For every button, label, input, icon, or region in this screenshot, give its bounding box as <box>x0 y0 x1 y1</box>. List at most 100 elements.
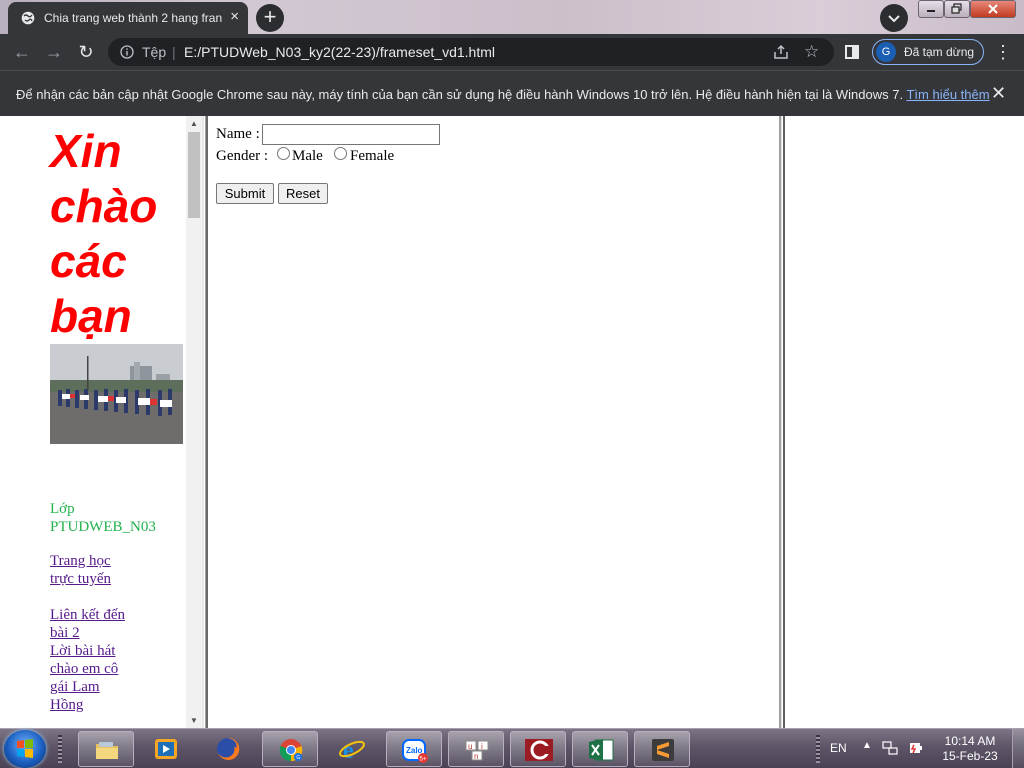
taskbar-sublime[interactable] <box>634 731 690 767</box>
submit-button[interactable]: Submit <box>216 183 274 204</box>
language-indicator[interactable]: EN <box>830 741 847 755</box>
restore-icon <box>951 3 962 14</box>
close-icon <box>988 4 998 14</box>
tab-close-button[interactable]: × <box>230 9 239 25</box>
windows-start-icon[interactable] <box>4 730 46 768</box>
address-bar[interactable]: Tệp | E:/PTUDWeb_N03_ky2(22-23)/frameset… <box>108 38 834 66</box>
svg-text:5+: 5+ <box>420 757 427 763</box>
page-viewport: Xin chào các bạn Lớp PTUDWEB_N03 Trang h… <box>0 116 1024 728</box>
profile-button[interactable]: G Đã tạm dừng <box>872 39 984 65</box>
taskbar-excel[interactable] <box>572 731 628 767</box>
info-icon[interactable] <box>120 45 134 59</box>
internet-explorer-icon: e <box>339 738 365 763</box>
heading-line: các <box>50 235 127 287</box>
right-frame <box>785 116 1024 728</box>
security-label: Tệp <box>142 44 167 60</box>
tab-strip: Chia trang web thành 2 hang fran × + <box>0 0 1024 34</box>
svg-text:e: e <box>343 738 354 763</box>
link-line: Lời bài hát <box>50 643 116 659</box>
taskbar-grip[interactable] <box>58 735 62 763</box>
avatar: G <box>876 42 896 62</box>
clock[interactable]: 10:14 AM 15-Feb-23 <box>936 734 1004 764</box>
restore-button[interactable] <box>944 0 970 18</box>
left-frame-scrollbar[interactable]: ▲ ▼ <box>186 116 202 728</box>
svg-text:Zalo: Zalo <box>406 746 423 755</box>
link-line: Hồng <box>50 697 84 713</box>
tab-title: Chia trang web thành 2 hang fran <box>44 11 222 25</box>
sublime-text-icon <box>652 739 674 761</box>
middle-frame: Name : Gender : Male Female Submit Reset <box>208 116 779 728</box>
scrollbar-thumb[interactable] <box>188 132 200 218</box>
network-icon[interactable] <box>882 740 898 756</box>
taskbar-firefox[interactable] <box>200 731 256 767</box>
window-close-button[interactable] <box>970 0 1016 18</box>
infobar-message: Để nhận các bản cập nhật Google Chrome s… <box>16 87 904 102</box>
song-lyrics-link[interactable]: Lời bài hát chào em cô gái Lam Hồng <box>50 642 180 714</box>
heading-line: chào <box>50 180 158 232</box>
show-desktop-button[interactable] <box>1012 729 1024 768</box>
link-line: gái Lam <box>50 679 100 695</box>
windows-logo-icon <box>17 739 33 758</box>
power-icon[interactable] <box>908 740 924 756</box>
address-separator: | <box>172 44 176 60</box>
name-input[interactable] <box>262 124 440 145</box>
new-tab-button[interactable]: + <box>256 4 284 32</box>
taskbar-chrome[interactable]: G <box>262 731 318 767</box>
taskbar-internet-explorer[interactable]: e <box>324 731 380 767</box>
media-player-icon <box>155 739 177 759</box>
minimize-button[interactable] <box>918 0 944 18</box>
minimize-icon <box>927 10 935 12</box>
reload-icon[interactable]: ↻ <box>76 42 96 62</box>
male-label: Male <box>292 148 323 164</box>
tab-search-button[interactable] <box>880 4 908 32</box>
male-radio[interactable] <box>277 147 290 160</box>
welcome-heading: Xin chào các bạn <box>50 124 190 344</box>
class-label: Lớp PTUDWEB_N03 <box>50 500 180 536</box>
globe-icon <box>21 11 35 25</box>
taskbar-unikey[interactable]: u i n <box>448 731 504 767</box>
show-hidden-icons-icon[interactable]: ▲ <box>862 740 872 751</box>
scroll-up-icon[interactable]: ▲ <box>190 119 198 128</box>
windows-taskbar: G e Zalo 5+ u i n EN ▲ 10:14 AM 15-Feb-2… <box>0 728 1024 768</box>
infobar-close-icon[interactable]: ✕ <box>991 83 1006 104</box>
gender-label: Gender : <box>216 148 269 164</box>
clock-time: 10:14 AM <box>944 734 996 748</box>
class-label-line: PTUDWEB_N03 <box>50 519 156 535</box>
taskbar-explorer[interactable] <box>78 731 134 767</box>
lesson2-link[interactable]: Liên kết đến bài 2 <box>50 606 180 642</box>
heading-line: bạn <box>50 290 132 342</box>
taskbar-media-player[interactable] <box>138 731 194 767</box>
star-icon[interactable]: ☆ <box>804 42 819 62</box>
share-icon[interactable] <box>772 43 790 61</box>
class-label-line: Lớp <box>50 501 75 517</box>
infobar-message-row: Để nhận các bản cập nhật Google Chrome s… <box>16 87 990 102</box>
class-photo <box>50 344 183 444</box>
svg-text:G: G <box>296 755 300 761</box>
female-radio[interactable] <box>334 147 347 160</box>
svg-text:i: i <box>481 742 483 751</box>
three-dots-icon[interactable]: ⋮ <box>994 42 1012 62</box>
reset-button[interactable]: Reset <box>278 183 328 204</box>
chevron-down-icon <box>888 15 900 23</box>
firefox-icon <box>217 737 240 760</box>
arrow-right-icon[interactable]: → <box>44 42 64 62</box>
side-panel-icon[interactable] <box>845 45 859 59</box>
browser-toolbar: ← → ↻ Tệp | E:/PTUDWeb_N03_ky2(22-23)/fr… <box>0 34 1024 70</box>
unikey-icon: u i n <box>465 740 489 761</box>
update-infobar: Để nhận các bản cập nhật Google Chrome s… <box>0 70 1024 116</box>
taskbar-zalo[interactable]: Zalo 5+ <box>386 731 442 767</box>
svg-text:u: u <box>468 742 472 751</box>
link-line: Trang học <box>50 553 111 569</box>
taskbar-red-app[interactable] <box>510 731 566 767</box>
scroll-down-icon[interactable]: ▼ <box>190 716 198 725</box>
svg-text:n: n <box>474 752 478 761</box>
active-tab[interactable]: Chia trang web thành 2 hang fran × <box>8 2 248 34</box>
learn-more-link[interactable]: Tìm hiểu thêm <box>906 87 989 102</box>
taskbar-grip[interactable] <box>816 735 820 763</box>
arrow-left-icon[interactable]: ← <box>12 42 32 62</box>
url-text[interactable]: E:/PTUDWeb_N03_ky2(22-23)/frameset_vd1.h… <box>184 44 495 60</box>
female-label: Female <box>350 148 395 164</box>
link-line: Liên kết đến <box>50 607 125 623</box>
online-learning-link[interactable]: Trang học trực tuyến <box>50 552 180 588</box>
red-app-icon <box>525 739 553 761</box>
